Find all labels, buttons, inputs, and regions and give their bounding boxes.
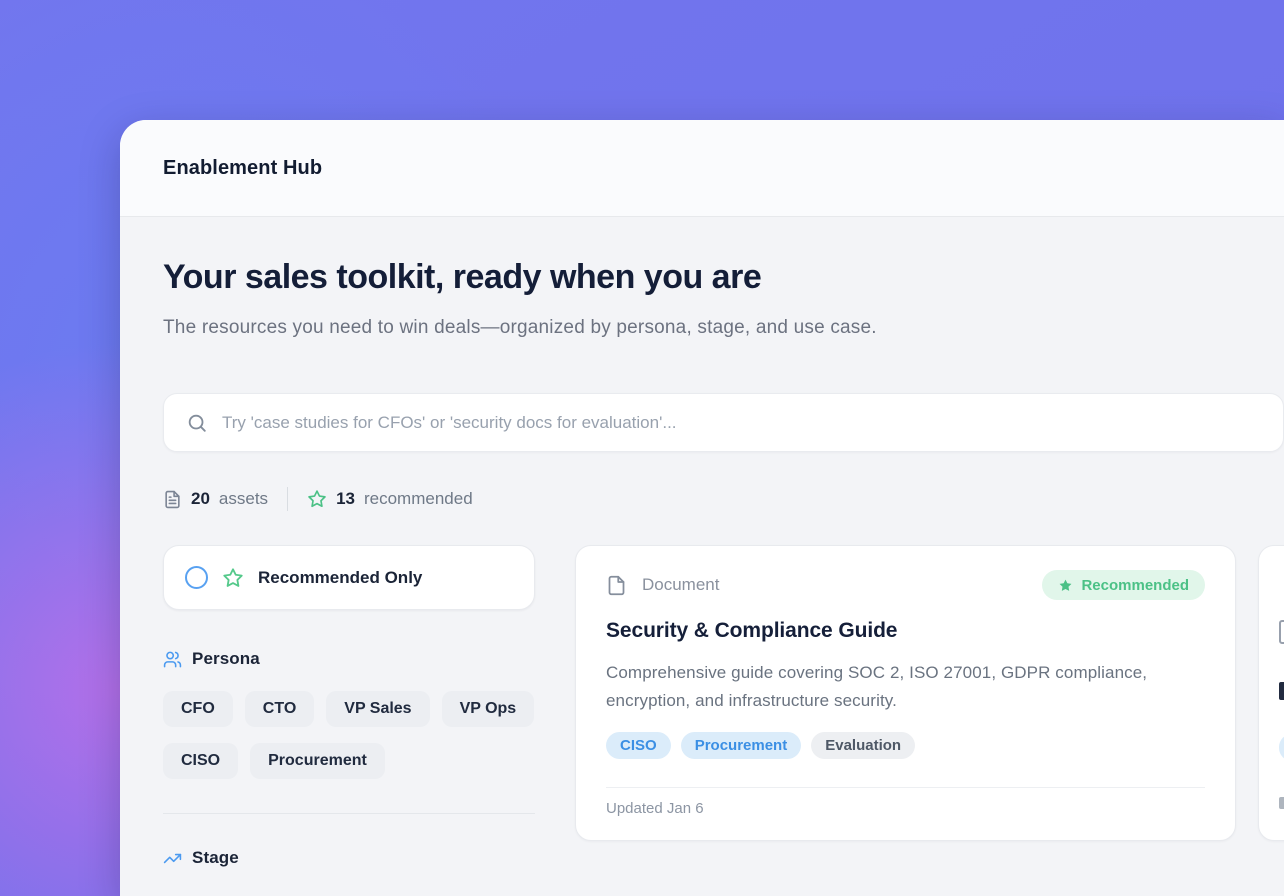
recommended-badge: Recommended: [1042, 570, 1205, 600]
app-window: Enablement Hub Your sales toolkit, ready…: [120, 120, 1284, 896]
assets-label: assets: [219, 489, 268, 509]
search-icon: [186, 412, 208, 434]
card-type-row: Document Recommended: [606, 570, 1205, 600]
persona-filter-label: Persona: [192, 649, 260, 669]
assets-stat: 20 assets: [163, 489, 268, 509]
persona-filter-header: Persona: [163, 649, 535, 669]
card-type: Document: [606, 575, 719, 596]
file-text-icon: [163, 490, 182, 509]
radio-unselected-icon[interactable]: [185, 566, 208, 589]
main-content: Your sales toolkit, ready when you are T…: [120, 217, 1284, 868]
asset-card-security-compliance[interactable]: Document Recommended Security & Complian…: [575, 545, 1236, 841]
tag-procurement: Procurement: [681, 732, 802, 759]
app-title: Enablement Hub: [163, 157, 322, 180]
persona-chip-procurement[interactable]: Procurement: [250, 743, 385, 779]
users-icon: [163, 650, 182, 669]
sidebar-divider: [163, 813, 535, 814]
filter-sidebar: Recommended Only Persona CFO CTO: [163, 545, 535, 868]
recommended-count: 13: [336, 489, 355, 509]
tag-ciso: CISO: [606, 732, 671, 759]
asset-card-grid: Document Recommended Security & Complian…: [575, 545, 1284, 841]
persona-chip-list: CFO CTO VP Sales VP Ops CISO Procurement: [163, 691, 535, 779]
card-title: Security & Compliance Guide: [606, 619, 1205, 643]
recommended-stat: 13 recommended: [307, 489, 473, 509]
stats-divider: [287, 487, 288, 511]
star-filled-icon: [1058, 578, 1073, 593]
persona-chip-vp-ops[interactable]: VP Ops: [442, 691, 535, 727]
search-input[interactable]: [222, 413, 1283, 433]
card-divider: [606, 787, 1205, 788]
card-updated: Updated Jan 6: [606, 800, 1205, 817]
card-title-fragment: [1279, 682, 1284, 700]
page-title: Your sales toolkit, ready when you are: [163, 257, 1284, 297]
page-subtitle: The resources you need to win deals—orga…: [163, 311, 883, 345]
assets-count: 20: [191, 489, 210, 509]
card-description: Comprehensive guide covering SOC 2, ISO …: [606, 659, 1205, 715]
card-type-label: Document: [642, 575, 719, 595]
stats-row: 20 assets 13 recommended: [163, 487, 1284, 511]
tag-evaluation: Evaluation: [811, 732, 915, 759]
file-icon: [606, 575, 627, 596]
recommended-badge-label: Recommended: [1081, 577, 1189, 594]
recommended-only-toggle[interactable]: Recommended Only: [163, 545, 535, 610]
app-header: Enablement Hub: [120, 120, 1284, 217]
card-tag-fragment: [1279, 734, 1284, 761]
recommended-label: recommended: [364, 489, 473, 509]
asset-card-partial[interactable]: [1258, 545, 1284, 841]
file-icon: [1279, 620, 1284, 644]
recommended-only-label: Recommended Only: [258, 568, 422, 588]
search-bar[interactable]: [163, 393, 1284, 452]
card-updated-fragment: [1279, 797, 1284, 809]
stage-filter-header: Stage: [163, 848, 535, 868]
persona-chip-ciso[interactable]: CISO: [163, 743, 238, 779]
screen: Enablement Hub Your sales toolkit, ready…: [0, 0, 1284, 896]
persona-chip-vp-sales[interactable]: VP Sales: [326, 691, 429, 727]
content-columns: Recommended Only Persona CFO CTO: [163, 545, 1284, 868]
card-tag-list: CISO Procurement Evaluation: [606, 732, 1205, 759]
stage-filter-label: Stage: [192, 848, 239, 868]
star-outline-icon: [307, 489, 327, 509]
star-outline-icon: [222, 567, 244, 589]
trending-up-icon: [163, 849, 182, 868]
persona-chip-cto[interactable]: CTO: [245, 691, 314, 727]
persona-chip-cfo[interactable]: CFO: [163, 691, 233, 727]
